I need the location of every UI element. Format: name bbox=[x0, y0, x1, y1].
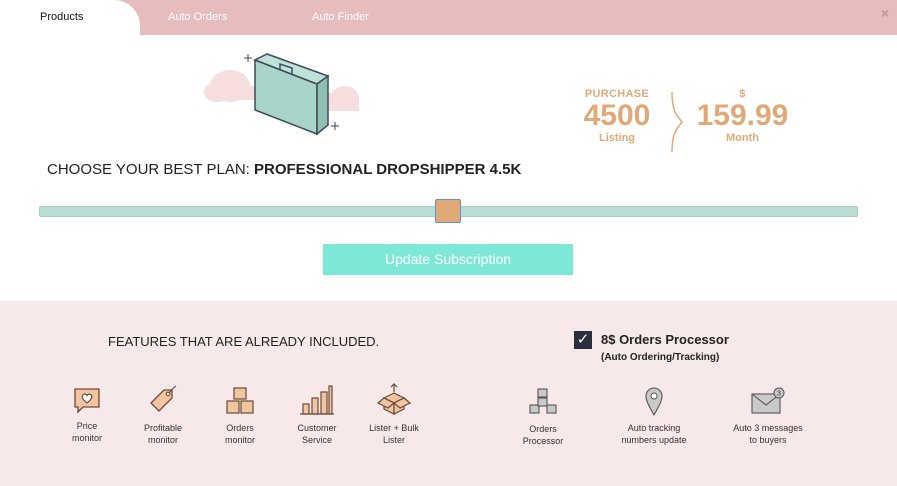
feature-label-line2: monitor bbox=[224, 435, 255, 445]
orders-processor-label: 8$ Orders Processor bbox=[601, 332, 729, 347]
tab-auto-finder[interactable]: Auto Finder bbox=[312, 11, 369, 23]
features-title: FEATURES THAT ARE ALREADY INCLUDED. bbox=[108, 334, 380, 349]
boxes-icon bbox=[226, 387, 254, 414]
option-label-line1: Auto tracking bbox=[627, 423, 681, 433]
network-boxes-icon bbox=[529, 388, 557, 414]
option-label-line2: to buyers bbox=[749, 435, 787, 445]
period-label: Month bbox=[726, 132, 759, 144]
feature-label-line2: Lister bbox=[382, 435, 405, 445]
feature-profitable-monitor: Profitable monitor bbox=[123, 384, 203, 446]
feature-customer-service: Customer Service bbox=[277, 384, 357, 446]
listing-label: Listing bbox=[598, 132, 636, 144]
tab-auto-orders[interactable]: Auto Orders bbox=[168, 11, 227, 23]
tab-bar: Products Auto Orders Auto Finder × bbox=[0, 0, 897, 35]
bar-chart-icon bbox=[300, 385, 334, 415]
plan-name: PROFESSIONAL DROPSHIPPER 4.5K bbox=[254, 161, 522, 178]
option-label-line2: numbers update bbox=[621, 435, 687, 445]
feature-label-line2: Service bbox=[301, 435, 332, 445]
close-icon[interactable]: × bbox=[881, 5, 889, 21]
tab-products[interactable]: Products bbox=[40, 11, 83, 23]
suitcase-illustration bbox=[204, 53, 359, 136]
orders-processor-checkbox[interactable]: ✓ bbox=[574, 331, 592, 349]
plan-title: CHOOSE YOUR BEST PLAN: PROFESSIONAL DROP… bbox=[47, 161, 521, 178]
feature-orders-monitor: Orders monitor bbox=[200, 386, 280, 446]
chevron-divider-icon bbox=[671, 92, 683, 152]
price-value: 159.99 bbox=[696, 99, 789, 132]
option-auto-messages: 3 Auto 3 messages to buyers bbox=[728, 386, 808, 446]
update-subscription-button[interactable]: Update Subscription bbox=[323, 244, 573, 275]
feature-label-line2: monitor bbox=[71, 433, 102, 443]
tag-icon bbox=[150, 385, 177, 412]
option-label-line2: Processor bbox=[522, 436, 564, 446]
envelope-icon: 3 bbox=[751, 387, 785, 414]
price-summary: $ 159.99 Month bbox=[690, 88, 795, 144]
open-box-icon bbox=[376, 383, 412, 415]
listing-summary: PURCHASE 4500 Listing bbox=[578, 88, 656, 144]
feature-label-line1: Price bbox=[76, 421, 98, 431]
option-label-line1: Auto 3 messages bbox=[733, 423, 803, 433]
orders-processor-sublabel: (Auto Ordering/Tracking) bbox=[601, 352, 720, 363]
feature-label-line1: Customer bbox=[297, 423, 337, 433]
plan-summary: PURCHASE 4500 Listing $ 159.99 Month bbox=[578, 88, 798, 158]
option-orders-processor: Orders Processor bbox=[503, 387, 583, 447]
plan-title-prefix: CHOOSE YOUR BEST PLAN: bbox=[47, 161, 255, 178]
feature-label-line1: Orders bbox=[226, 423, 254, 433]
feature-price-monitor: Price monitor bbox=[47, 386, 127, 444]
option-label-line1: Orders bbox=[529, 424, 557, 434]
feature-label-line1: Profitable bbox=[143, 423, 183, 433]
location-pin-icon bbox=[645, 387, 663, 416]
listing-count: 4500 bbox=[583, 99, 651, 132]
feature-lister: Lister + Bulk Lister bbox=[354, 382, 434, 446]
plan-slider-handle[interactable] bbox=[435, 199, 461, 223]
feature-label-line2: monitor bbox=[147, 435, 178, 445]
svg-text:3: 3 bbox=[777, 391, 781, 398]
option-auto-tracking: Auto tracking numbers update bbox=[614, 386, 694, 446]
feature-label-line1: Lister + Bulk bbox=[369, 423, 419, 433]
heart-message-icon bbox=[74, 388, 100, 414]
